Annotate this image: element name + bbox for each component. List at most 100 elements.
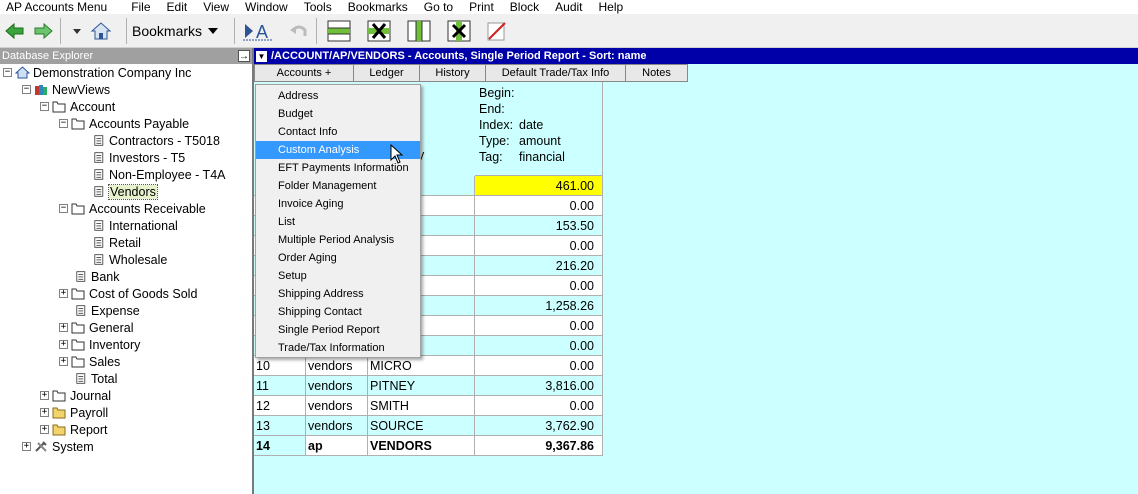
tree-item-retail[interactable]: Retail — [94, 234, 141, 251]
expand-icon[interactable]: + — [59, 289, 68, 298]
menu-item-invoice-aging[interactable]: Invoice Aging — [256, 195, 420, 213]
menu-edit[interactable]: Edit — [159, 0, 196, 14]
expand-icon[interactable]: + — [22, 442, 31, 451]
menu-tools[interactable]: Tools — [296, 0, 340, 14]
tree-item-total[interactable]: Total — [76, 370, 117, 387]
find-icon[interactable]: A — [242, 18, 274, 44]
collapse-icon[interactable]: − — [22, 85, 31, 94]
bookmarks-button[interactable]: Bookmarks — [132, 20, 219, 42]
menu-item-single-period-report[interactable]: Single Period Report — [256, 321, 420, 339]
menu-item-setup[interactable]: Setup — [256, 267, 420, 285]
folder-icon — [71, 288, 85, 300]
report-title: /ACCOUNT/AP/VENDORS - Accounts, Single P… — [271, 50, 647, 62]
tab-accounts[interactable]: Accounts + — [254, 64, 354, 82]
tab-history[interactable]: History — [420, 64, 486, 82]
tree-item-newviews[interactable]: − NewViews — [22, 81, 110, 98]
dropdown-arrow-icon[interactable] — [64, 18, 90, 44]
amount-cell-active[interactable]: 461.00 — [475, 176, 603, 196]
delete-row-icon[interactable] — [366, 18, 392, 44]
tree-label: Payroll — [70, 405, 109, 420]
column-header-info: Begin: End: Index: date Type: amount Tag: f… — [475, 82, 603, 176]
tab-default-trade-tax[interactable]: Default Trade/Tax Info — [486, 64, 626, 82]
collapse-icon[interactable]: − — [40, 102, 49, 111]
tree-label: NewViews — [52, 82, 111, 97]
chevron-down-icon — [208, 28, 219, 34]
folder-icon — [71, 339, 85, 351]
collapse-icon[interactable]: − — [59, 119, 68, 128]
tree-item-expense[interactable]: Expense — [76, 302, 140, 319]
database-explorer: Database Explorer → − Demonstration Comp… — [0, 48, 254, 494]
expand-icon[interactable]: + — [59, 340, 68, 349]
tree-item-accounts-receivable[interactable]: − Accounts Receivable — [59, 200, 206, 217]
menu-item-contact-info[interactable]: Contact Info — [256, 123, 420, 141]
erase-icon[interactable] — [484, 18, 510, 44]
home-icon[interactable] — [88, 18, 114, 44]
tree-item-accounts-payable[interactable]: − Accounts Payable — [59, 115, 189, 132]
menu-item-list[interactable]: List — [256, 213, 420, 231]
sidebar-header: Database Explorer → — [0, 48, 252, 64]
window-menu-icon[interactable]: ▼ — [256, 50, 267, 62]
menu-bookmarks[interactable]: Bookmarks — [340, 0, 416, 14]
undo-icon[interactable] — [286, 18, 312, 44]
tree-item-report[interactable]: + Report — [40, 421, 108, 438]
collapse-icon[interactable]: − — [3, 68, 12, 77]
menu-item-multiple-period[interactable]: Multiple Period Analysis — [256, 231, 420, 249]
menu-item-order-aging[interactable]: Order Aging — [256, 249, 420, 267]
collapse-icon[interactable]: − — [59, 204, 68, 213]
menu-help[interactable]: Help — [591, 0, 632, 14]
tree-item-company[interactable]: − Demonstration Company Inc — [3, 64, 191, 81]
menu-block[interactable]: Block — [502, 0, 547, 14]
menu-audit[interactable]: Audit — [547, 0, 590, 14]
back-icon[interactable] — [2, 18, 28, 44]
expand-icon[interactable]: + — [59, 323, 68, 332]
tree-item-payroll[interactable]: + Payroll — [40, 404, 108, 421]
tree-item-inventory[interactable]: + Inventory — [59, 336, 140, 353]
tree-item-investors[interactable]: Investors - T5 — [94, 149, 185, 166]
folder-icon — [71, 356, 85, 368]
tab-ledger[interactable]: Ledger — [354, 64, 420, 82]
menu-view[interactable]: View — [195, 0, 237, 14]
expand-icon[interactable]: + — [59, 357, 68, 366]
folder-icon — [52, 390, 66, 402]
app-title: AP Accounts Menu — [6, 0, 108, 14]
tree-item-vendors[interactable]: Vendors — [94, 183, 158, 200]
tree-item-wholesale[interactable]: Wholesale — [94, 251, 167, 268]
menu-item-shipping-address[interactable]: Shipping Address — [256, 285, 420, 303]
tree-item-general[interactable]: + General — [59, 319, 133, 336]
menu-print[interactable]: Print — [461, 0, 502, 14]
menu-item-folder-management[interactable]: Folder Management — [256, 177, 420, 195]
menu-item-trade-tax-info[interactable]: Trade/Tax Information — [256, 339, 420, 357]
tree-item-cogs[interactable]: + Cost of Goods Sold — [59, 285, 197, 302]
tree-item-journal[interactable]: + Journal — [40, 387, 111, 404]
tree-label: Report — [70, 422, 108, 437]
pin-icon[interactable]: → — [238, 50, 250, 62]
tree-item-non-employee[interactable]: Non-Employee - T4A — [94, 166, 226, 183]
expand-icon[interactable]: + — [40, 391, 49, 400]
menu-item-shipping-contact[interactable]: Shipping Contact — [256, 303, 420, 321]
insert-column-icon[interactable] — [406, 18, 432, 44]
menu-goto[interactable]: Go to — [416, 0, 461, 14]
expand-icon[interactable]: + — [40, 425, 49, 434]
tree-label: Contractors - T5018 — [109, 133, 220, 148]
folder-icon — [71, 322, 85, 334]
tree-item-contractors[interactable]: Contractors - T5018 — [94, 132, 220, 149]
tree-item-system[interactable]: + System — [22, 438, 94, 455]
folder-open-icon — [71, 118, 85, 130]
folder-open-icon — [71, 203, 85, 215]
document-icon — [94, 152, 104, 163]
delete-column-icon[interactable] — [446, 18, 472, 44]
report-title-bar: ▼ /ACCOUNT/AP/VENDORS - Accounts, Single… — [254, 48, 1138, 64]
tree-item-sales[interactable]: + Sales — [59, 353, 120, 370]
tab-notes[interactable]: Notes — [626, 64, 688, 82]
forward-icon[interactable] — [30, 18, 56, 44]
tree-item-account[interactable]: − Account — [40, 98, 115, 115]
menu-item-address[interactable]: Address — [256, 87, 420, 105]
tree-item-international[interactable]: International — [94, 217, 178, 234]
menu-item-budget[interactable]: Budget — [256, 105, 420, 123]
expand-icon[interactable]: + — [40, 408, 49, 417]
menu-file[interactable]: File — [123, 0, 158, 14]
books-icon — [35, 85, 47, 95]
tree-item-bank[interactable]: Bank — [76, 268, 120, 285]
menu-window[interactable]: Window — [237, 0, 296, 14]
insert-row-icon[interactable] — [326, 18, 352, 44]
